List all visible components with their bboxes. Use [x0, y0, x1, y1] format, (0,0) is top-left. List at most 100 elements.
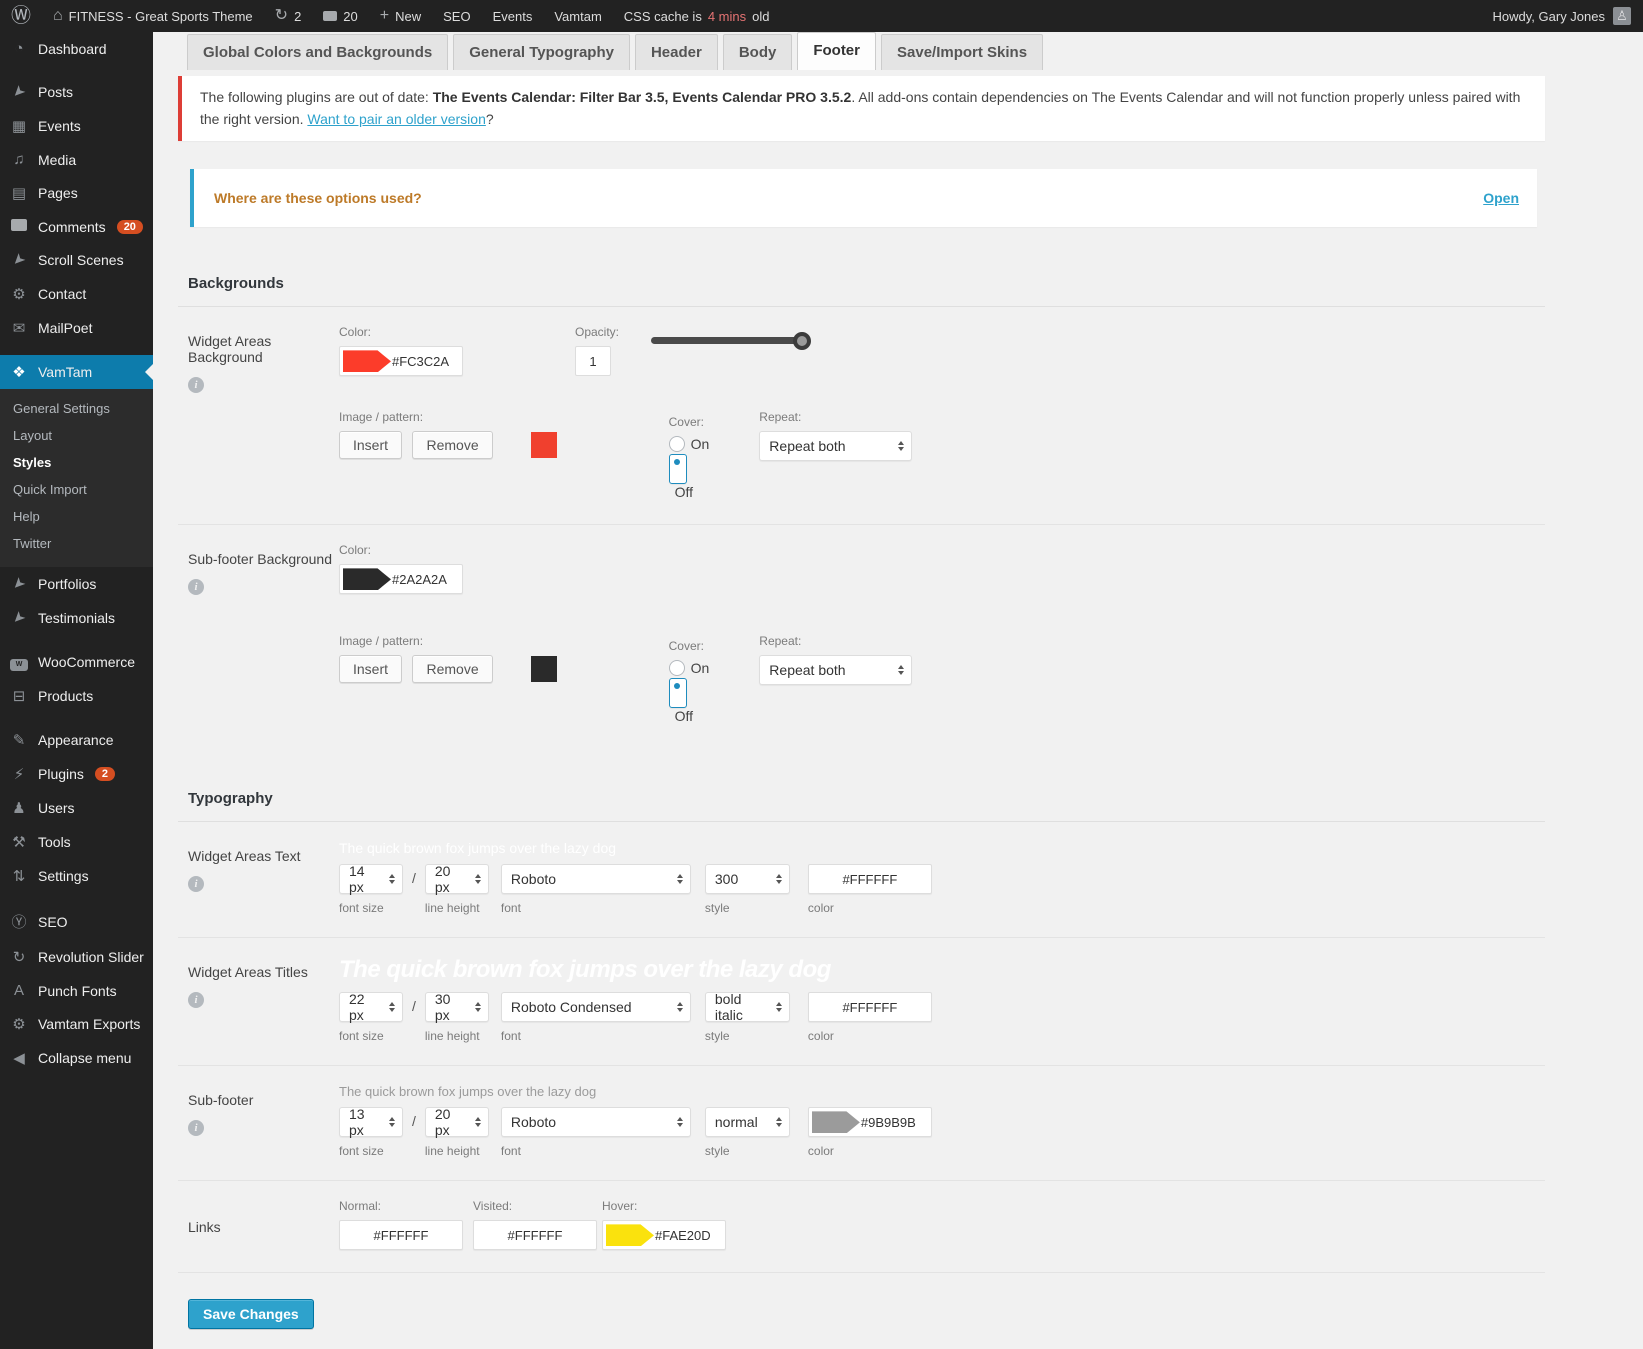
opacity-slider-handle[interactable] [793, 331, 812, 350]
sidebar-item-appearance[interactable]: ✎ Appearance [0, 723, 153, 757]
sidebar-item-posts[interactable]: ➤ Posts [0, 75, 153, 109]
opacity-slider[interactable] [651, 331, 812, 350]
sidebar-item-pages[interactable]: ▤ Pages [0, 176, 153, 210]
notice-text: ? [485, 110, 494, 127]
plugin-icon: ⚡ [13, 766, 25, 783]
wp-logo-menu[interactable]: Ⓦ [0, 0, 42, 32]
opacity-input[interactable] [575, 346, 611, 377]
link-visited-color-input[interactable] [473, 1220, 597, 1251]
remove-button[interactable]: Remove [412, 655, 493, 684]
info-icon[interactable]: i [188, 377, 204, 394]
info-icon[interactable]: i [188, 992, 204, 1009]
font-select[interactable]: Roboto [500, 864, 691, 895]
collapse-menu-button[interactable]: ◀ Collapse menu [0, 1041, 153, 1075]
style-select[interactable]: 300 [704, 864, 790, 895]
color-label: Color: [339, 325, 372, 340]
select-arrows-icon [890, 665, 905, 676]
submenu-help[interactable]: Help [0, 503, 153, 530]
subfooter-text-color-picker[interactable]: #9B9B9B [807, 1107, 932, 1138]
sidebar-item-plugins[interactable]: ⚡ Plugins 2 [0, 757, 153, 791]
sidebar-item-media[interactable]: ♫ Media [0, 143, 153, 176]
sidebar-item-users[interactable]: ♟ Users [0, 791, 153, 825]
sidebar-item-products[interactable]: ⊟ Products [0, 679, 153, 713]
font-select[interactable]: Roboto [500, 1107, 691, 1138]
sidebar-item-vamtam[interactable]: ❖ VamTam [0, 355, 153, 389]
font-size-label: font size [339, 901, 384, 916]
sidebar-item-contact[interactable]: ⚙ Contact [0, 277, 153, 311]
line-height-stepper[interactable]: 30 px [424, 991, 489, 1023]
tab-header[interactable]: Header [634, 34, 718, 70]
repeat-select[interactable]: Repeat both [759, 431, 913, 462]
tab-body[interactable]: Body [722, 34, 793, 70]
style-control: 300 style [704, 864, 790, 915]
account-menu[interactable]: Howdy, Gary Jones ♙ [1493, 7, 1643, 25]
insert-button[interactable]: Insert [339, 655, 403, 684]
site-name-menu[interactable]: ⌂ FITNESS - Great Sports Theme [42, 0, 264, 32]
cover-off-radio[interactable] [668, 454, 687, 485]
cover-on-radio[interactable] [668, 660, 685, 677]
pair-older-version-link[interactable]: Want to pair an older version [307, 111, 485, 127]
sidebar-item-seo[interactable]: Ⓨ SEO [0, 903, 153, 940]
home-icon: ⌂ [53, 7, 63, 24]
sidebar-item-vamtam-exports[interactable]: ⚙ Vamtam Exports [0, 1007, 153, 1041]
submenu-layout[interactable]: Layout [0, 422, 153, 449]
info-icon[interactable]: i [188, 1120, 204, 1137]
sidebar-item-testimonials[interactable]: ➤ Testimonials [0, 601, 153, 635]
text-color-input[interactable] [807, 992, 932, 1023]
link-hover-color-picker[interactable]: #FAE20D [602, 1220, 726, 1251]
repeat-select[interactable]: Repeat both [759, 655, 913, 686]
plus-icon: + [379, 7, 390, 24]
tab-general-typography[interactable]: General Typography [453, 34, 630, 70]
tab-footer[interactable]: Footer [797, 32, 876, 70]
sidebar-item-scroll-scenes[interactable]: ➤ Scroll Scenes [0, 243, 153, 277]
link-normal-color-input[interactable] [339, 1220, 463, 1251]
insert-button[interactable]: Insert [339, 431, 403, 460]
submenu-styles[interactable]: Styles [0, 449, 153, 476]
sidebar-item-comments[interactable]: Comments 20 [0, 210, 153, 243]
info-icon[interactable]: i [188, 579, 204, 596]
submenu-twitter[interactable]: Twitter [0, 530, 153, 557]
remove-button[interactable]: Remove [412, 431, 493, 460]
submenu-general-settings[interactable]: General Settings [0, 395, 153, 422]
font-size-stepper[interactable]: 22 px [339, 991, 403, 1023]
updates-menu[interactable]: ↻ 2 [264, 0, 313, 32]
font-select[interactable]: Roboto Condensed [500, 992, 691, 1023]
tab-global-colors[interactable]: Global Colors and Backgrounds [187, 34, 449, 70]
sidebar-item-punch-fonts[interactable]: A Punch Fonts [0, 974, 153, 1007]
font-preview: The quick brown fox jumps over the lazy … [339, 840, 617, 857]
text-color-input[interactable] [807, 864, 932, 895]
style-select[interactable]: bold italic [704, 991, 790, 1023]
sidebar-item-portfolios[interactable]: ➤ Portfolios [0, 567, 153, 601]
comments-menu[interactable]: 20 [312, 0, 368, 32]
info-icon[interactable]: i [188, 876, 204, 893]
tab-save-import-skins[interactable]: Save/Import Skins [881, 34, 1044, 70]
cover-off-radio[interactable] [668, 678, 687, 709]
sidebar-item-dashboard[interactable]: ◔ Dashboard [0, 32, 153, 65]
select-arrows-icon [768, 1002, 782, 1013]
sidebar-item-woocommerce[interactable]: W WooCommerce [0, 645, 153, 679]
sidebar-item-settings[interactable]: ⇅ Settings [0, 859, 153, 893]
style-select[interactable]: normal [704, 1107, 790, 1138]
font-size-stepper[interactable]: 14 px [339, 863, 403, 895]
events-admin-menu[interactable]: Events [482, 0, 544, 32]
submenu-quick-import[interactable]: Quick Import [0, 476, 153, 503]
font-control: Roboto font [500, 864, 691, 915]
sidebar-item-mailpoet[interactable]: ✉ MailPoet [0, 311, 153, 345]
sidebar-label: WooCommerce [38, 654, 135, 670]
sidebar-item-revolution-slider[interactable]: ↻ Revolution Slider [0, 940, 153, 974]
widget-bg-color-picker[interactable]: #FC3C2A [339, 346, 463, 377]
font-preview: The quick brown fox jumps over the lazy … [339, 956, 831, 984]
seo-admin-menu[interactable]: SEO [432, 0, 481, 32]
calendar-icon: ▦ [11, 118, 27, 135]
cover-on-radio[interactable] [668, 436, 685, 453]
line-height-stepper[interactable]: 20 px [424, 863, 489, 895]
font-size-stepper[interactable]: 13 px [339, 1106, 403, 1138]
vamtam-admin-menu[interactable]: Vamtam [543, 0, 612, 32]
line-height-stepper[interactable]: 20 px [424, 1106, 489, 1138]
new-content-menu[interactable]: + New [369, 0, 432, 32]
save-changes-button[interactable]: Save Changes [188, 1299, 314, 1330]
sidebar-item-tools[interactable]: ⚒ Tools [0, 825, 153, 859]
sidebar-item-events[interactable]: ▦ Events [0, 109, 153, 143]
open-link[interactable]: Open [1483, 190, 1519, 206]
subfooter-bg-color-picker[interactable]: #2A2A2A [339, 564, 463, 595]
